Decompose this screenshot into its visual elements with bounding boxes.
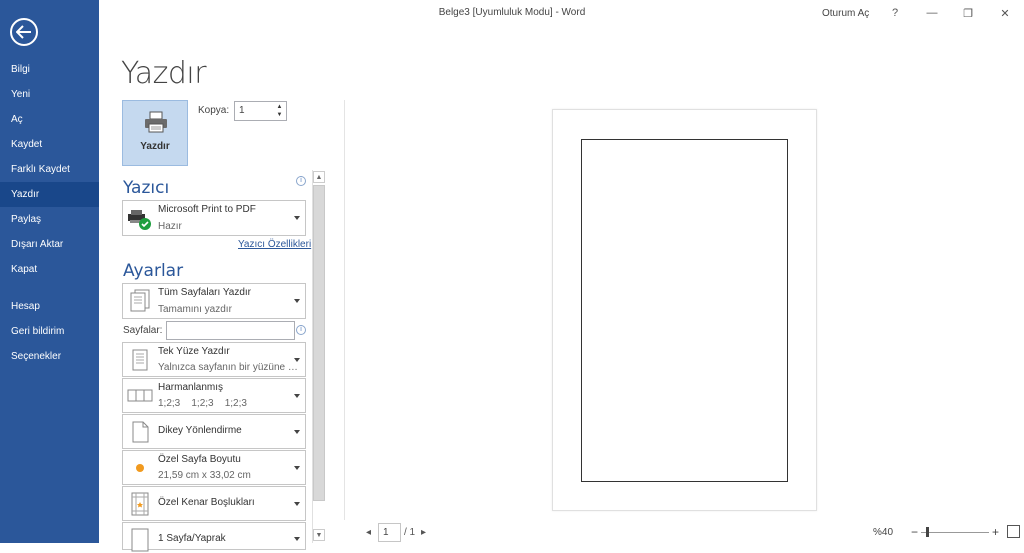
copies-input[interactable]: 1 ▲ ▼ xyxy=(234,101,287,121)
sidebar-item-disari-aktar[interactable]: Dışarı Aktar xyxy=(0,232,99,257)
margins-icon xyxy=(131,492,149,515)
chevron-down-icon xyxy=(294,465,300,470)
sidebar-item-hesap[interactable]: Hesap xyxy=(0,294,99,319)
total-pages: / 1 xyxy=(404,527,416,538)
collate-label: Harmanlanmış xyxy=(158,382,224,393)
sidebar-item-yeni[interactable]: Yeni xyxy=(0,82,99,107)
paper-size-sub: 21,59 cm x 33,02 cm xyxy=(158,470,251,481)
pages-per-sheet-label: 1 Sayfa/Yaprak xyxy=(158,533,226,544)
spin-down-icon[interactable]: ▼ xyxy=(274,111,285,119)
sidebar-item-bilgi[interactable]: Bilgi xyxy=(0,57,99,82)
chevron-down-icon xyxy=(294,501,300,506)
preview-margin-box xyxy=(581,139,788,482)
zoom-in-icon[interactable]: + xyxy=(992,525,999,539)
collated-icon xyxy=(127,389,153,401)
back-button[interactable] xyxy=(10,18,38,46)
zoom-slider[interactable] xyxy=(921,532,989,533)
window-title: Belge3 [Uyumluluk Modu] - Word xyxy=(438,7,586,18)
page-title: Yazdır xyxy=(121,56,207,91)
printer-name: Microsoft Print to PDF xyxy=(158,204,256,215)
minimize-button[interactable]: — xyxy=(922,4,942,22)
scroll-down-icon[interactable]: ▼ xyxy=(313,529,325,541)
restore-button[interactable]: ❐ xyxy=(958,4,978,22)
pages-per-sheet-icon xyxy=(131,528,149,552)
copies-label: Kopya: xyxy=(198,105,230,116)
chevron-down-icon xyxy=(294,537,300,541)
next-page-icon[interactable]: ▸ xyxy=(421,527,426,538)
print-range-sub: Tamamını yazdır xyxy=(158,304,232,315)
copies-value: 1 xyxy=(239,105,245,116)
sidebar-item-yazdir[interactable]: Yazdır xyxy=(0,182,99,207)
orientation-label: Dikey Yönlendirme xyxy=(158,425,242,436)
print-range-dropdown[interactable]: Tüm Sayfaları Yazdır Tamamını yazdır xyxy=(122,283,306,319)
prev-page-icon[interactable]: ◂ xyxy=(366,527,371,538)
sidebar-item-kapat[interactable]: Kapat xyxy=(0,257,99,282)
arrow-left-icon xyxy=(16,25,31,39)
sidebar-item-geri-bildirim[interactable]: Geri bildirim xyxy=(0,319,99,344)
paper-size-icon xyxy=(136,463,144,472)
print-button-label: Yazdır xyxy=(140,141,170,152)
orientation-dropdown[interactable]: Dikey Yönlendirme xyxy=(122,414,306,449)
zoom-level[interactable]: %40 xyxy=(873,527,893,538)
sidebar-item-kaydet[interactable]: Kaydet xyxy=(0,132,99,157)
help-button[interactable]: ? xyxy=(885,4,905,22)
sides-label: Tek Yüze Yazdır xyxy=(158,346,230,357)
pages-per-sheet-dropdown[interactable]: 1 Sayfa/Yaprak xyxy=(122,522,306,552)
backstage-sidebar: Bilgi Yeni Aç Kaydet Farklı Kaydet Yazdı… xyxy=(0,0,99,543)
sides-sub: Yalnızca sayfanın bir yüzüne y... xyxy=(158,362,298,373)
sides-dropdown[interactable]: Tek Yüze Yazdır Yalnızca sayfanın bir yü… xyxy=(122,342,306,377)
chevron-down-icon xyxy=(294,299,300,303)
all-pages-icon xyxy=(130,289,150,312)
spin-up-icon[interactable]: ▲ xyxy=(274,103,285,111)
paper-size-label: Özel Sayfa Boyutu xyxy=(158,454,241,465)
chevron-down-icon xyxy=(294,393,300,398)
pages-label: Sayfalar: xyxy=(123,325,163,336)
printer-status: Hazır xyxy=(158,221,182,232)
info-icon[interactable]: i xyxy=(296,176,306,186)
printer-ready-icon xyxy=(128,210,151,230)
collate-dropdown[interactable]: Harmanlanmış 1;2;3 1;2;3 1;2;3 xyxy=(122,378,306,413)
info-icon[interactable]: i xyxy=(296,325,306,335)
zoom-out-icon[interactable]: − xyxy=(911,525,918,539)
printer-properties-link[interactable]: Yazıcı Özellikleri xyxy=(238,239,311,250)
sidebar-item-secenekler[interactable]: Seçenekler xyxy=(0,344,99,369)
settings-heading: Ayarlar xyxy=(123,261,184,281)
print-button[interactable]: Yazdır xyxy=(122,100,188,166)
paper-size-dropdown[interactable]: Özel Sayfa Boyutu 21,59 cm x 33,02 cm xyxy=(122,450,306,485)
one-sided-icon xyxy=(132,349,148,370)
printer-dropdown[interactable]: Microsoft Print to PDF Hazır xyxy=(122,200,306,236)
sidebar-item-farkli-kaydet[interactable]: Farklı Kaydet xyxy=(0,157,99,182)
sidebar-item-paylas[interactable]: Paylaş xyxy=(0,207,99,232)
printer-heading: Yazıcı xyxy=(123,178,170,198)
chevron-down-icon xyxy=(294,357,300,362)
chevron-down-icon xyxy=(294,429,300,434)
zoom-to-page-icon[interactable] xyxy=(1007,525,1020,538)
collate-sub: 1;2;3 1;2;3 1;2;3 xyxy=(158,398,247,409)
pages-input[interactable] xyxy=(166,321,295,340)
scroll-up-icon[interactable]: ▲ xyxy=(313,171,325,183)
scroll-thumb[interactable] xyxy=(313,185,325,501)
margins-label: Özel Kenar Boşlukları xyxy=(158,497,255,508)
chevron-down-icon xyxy=(294,216,300,220)
pane-divider xyxy=(344,100,345,520)
page-number-input[interactable]: 1 xyxy=(378,523,401,542)
sign-in-link[interactable]: Oturum Aç xyxy=(822,8,869,19)
zoom-slider-thumb[interactable] xyxy=(926,527,929,537)
sidebar-item-ac[interactable]: Aç xyxy=(0,107,99,132)
print-range-label: Tüm Sayfaları Yazdır xyxy=(158,287,251,298)
close-button[interactable]: ✕ xyxy=(995,4,1015,22)
margins-dropdown[interactable]: Özel Kenar Boşlukları xyxy=(122,486,306,521)
portrait-icon xyxy=(132,421,149,442)
printer-icon xyxy=(145,111,167,133)
